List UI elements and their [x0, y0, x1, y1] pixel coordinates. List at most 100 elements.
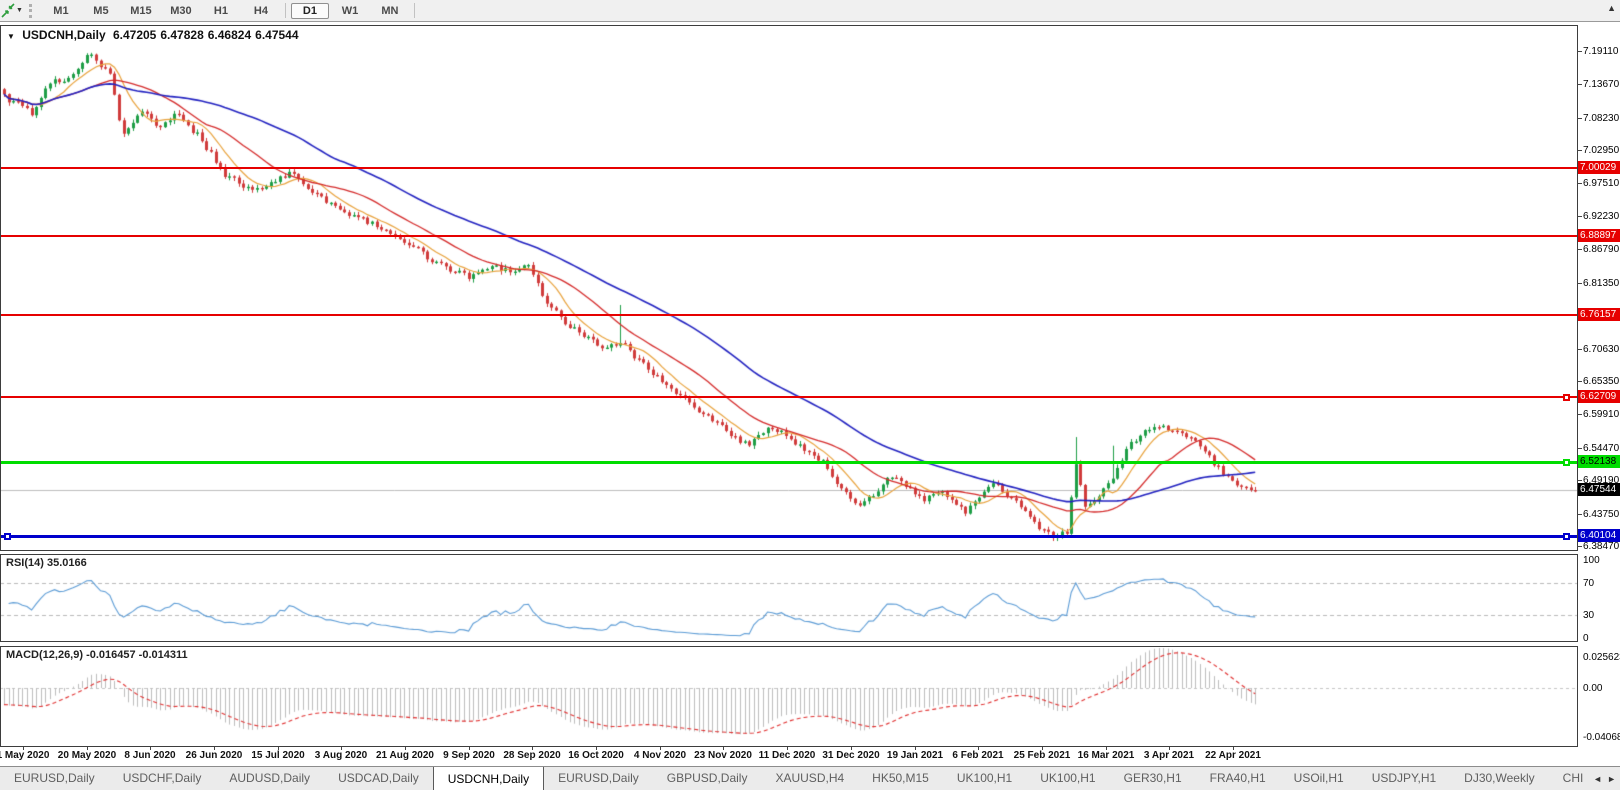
symbol-tab-usdcad-daily[interactable]: USDCAD,Daily	[324, 767, 433, 790]
price-tick-label: 6.54470	[1583, 443, 1620, 454]
timeframe-button-w1[interactable]: W1	[331, 3, 369, 19]
timeframe-button-m15[interactable]: M15	[122, 3, 160, 19]
date-tick-label: 9 Sep 2020	[443, 750, 495, 761]
ohlc-low: 6.46824	[207, 28, 252, 42]
horizontal-line-6.88897[interactable]	[0, 235, 1577, 237]
symbol-tab-bar: EURUSD,Daily USDCHF,Daily AUDUSD,Daily USDC…	[0, 766, 1620, 790]
rsi-label: RSI(14) 35.0166	[6, 557, 87, 569]
date-tick-label: 11 Dec 2020	[758, 750, 816, 761]
price-tick-label: 6.92230	[1583, 211, 1620, 222]
price-tick-mark	[1577, 414, 1582, 415]
timeframe-toolbar: ▼ M1 M5 M15 M30 H1 H4 D1 W1 MN ▲	[0, 0, 1620, 22]
chart-collapse-icon[interactable]: ▼	[7, 32, 15, 41]
ohlc-open: 6.47205	[112, 28, 157, 42]
chart-title: ▼ USDCNH,Daily 6.47205 6.47828 6.46824 6.47…	[7, 28, 303, 42]
price-tick-mark	[1577, 150, 1582, 151]
price-tick-label: 7.19110	[1583, 46, 1619, 57]
toolbar-separator	[413, 3, 415, 18]
ohlc-high: 6.47828	[160, 28, 204, 42]
date-tick-label: 25 Feb 2021	[1013, 750, 1071, 761]
symbol-tab-hk50-m15[interactable]: HK50,M15	[858, 767, 943, 790]
price-tick-label: 7.13670	[1583, 79, 1620, 90]
date-tick-label: 15 Jul 2020	[251, 750, 305, 761]
rsi-tick-label: 30	[1583, 610, 1595, 621]
date-tick-label: 6 Feb 2021	[952, 750, 1004, 761]
toolbar-scroll-up-icon[interactable]: ▲	[1607, 3, 1616, 13]
tabs-scroll-right-icon[interactable]: ►	[1607, 767, 1616, 790]
horizontal-line-7.00029[interactable]	[0, 167, 1577, 169]
price-tick-mark	[1577, 216, 1582, 217]
toolbar-separator	[284, 3, 286, 18]
horizontal-line-6.76157[interactable]	[0, 314, 1577, 316]
rsi-tick-label: 100	[1583, 555, 1600, 566]
symbol-tab-xauusd-h4[interactable]: XAUUSD,H4	[761, 767, 858, 790]
rsi-tick-label: 70	[1583, 578, 1595, 589]
price-tick-label: 6.70630	[1583, 344, 1620, 355]
symbol-tab-fra40-h1[interactable]: FRA40,H1	[1196, 767, 1280, 790]
symbol-tab-usdchf-daily[interactable]: USDCHF,Daily	[109, 767, 216, 790]
line-handle-right-6.62709[interactable]	[1563, 394, 1570, 401]
macd-tick-label: -0.040687	[1583, 732, 1620, 743]
price-tick-mark	[1577, 381, 1582, 382]
toolbar-drag-grip[interactable]	[28, 3, 35, 18]
price-tick-label: 6.81350	[1583, 278, 1620, 289]
horizontal-line-6.62709[interactable]	[0, 396, 1577, 398]
price-tick-mark	[1577, 349, 1582, 350]
date-tick-label: 16 Oct 2020	[568, 750, 624, 761]
symbol-tab-usdjpy-h1[interactable]: USDJPY,H1	[1358, 767, 1450, 790]
symbol-tab-usdcnh-daily[interactable]: USDCNH,Daily	[432, 767, 545, 790]
symbol-tab-uk100-h1[interactable]: UK100,H1	[943, 767, 1026, 790]
chart-symbol-label: USDCNH,Daily	[22, 28, 106, 42]
symbol-tab-ger30-h1[interactable]: GER30,H1	[1110, 767, 1196, 790]
date-tick-label: 3 Aug 2020	[314, 750, 368, 761]
line-handle-right-6.52138[interactable]	[1563, 459, 1570, 466]
price-tick-label: 7.08230	[1583, 113, 1620, 124]
price-tick-mark	[1577, 480, 1582, 481]
price-tick-label: 6.59910	[1583, 409, 1620, 420]
symbol-tab-usoil-h1[interactable]: USOil,H1	[1280, 767, 1358, 790]
symbol-tab-uk100-h1[interactable]: UK100,H1	[1026, 767, 1109, 790]
price-tick-mark	[1577, 118, 1582, 119]
price-tick-label: 6.43750	[1583, 509, 1620, 520]
mt4-window: ▼ M1 M5 M15 M30 H1 H4 D1 W1 MN ▲ ▼ USDCNH,Daily …	[0, 0, 1620, 790]
price-tag-7.00029: 7.00029	[1578, 161, 1620, 174]
macd-tick-label: 0.025623	[1583, 652, 1620, 663]
price-tick-mark	[1577, 183, 1582, 184]
symbol-tab-china300-h1[interactable]: CHINA300,H1	[1549, 767, 1584, 790]
price-tick-mark	[1577, 84, 1582, 85]
line-handle-left-6.40104[interactable]	[4, 533, 11, 540]
tool-dropdown-caret-icon[interactable]: ▼	[16, 7, 23, 14]
macd-label: MACD(12,26,9) -0.016457 -0.014311	[6, 649, 188, 661]
timeframe-button-mn[interactable]: MN	[371, 3, 409, 19]
timeframe-button-m5[interactable]: M5	[82, 3, 120, 19]
date-tick-label: 31 Dec 2020	[822, 750, 880, 761]
macd-tick-label: 0.00	[1583, 683, 1603, 694]
macd-indicator-canvas[interactable]	[0, 646, 1577, 746]
price-tag-6.40104: 6.40104	[1578, 529, 1620, 542]
horizontal-line-6.52138[interactable]	[0, 461, 1577, 464]
timeframe-button-h4[interactable]: H4	[242, 3, 280, 19]
price-tag-6.76157: 6.76157	[1578, 308, 1620, 321]
main-chart-canvas[interactable]	[0, 25, 1577, 550]
line-handle-right-6.40104[interactable]	[1563, 533, 1570, 540]
price-tick-mark	[1577, 51, 1582, 52]
timeframe-button-m30[interactable]: M30	[162, 3, 200, 19]
symbol-tab-audusd-daily[interactable]: AUDUSD,Daily	[215, 767, 324, 790]
symbol-tab-dj30-weekly[interactable]: DJ30,Weekly	[1450, 767, 1548, 790]
horizontal-line-6.40104[interactable]	[0, 535, 1577, 538]
symbol-tab-gbpusd-daily[interactable]: GBPUSD,Daily	[653, 767, 762, 790]
rsi-tick-label: 0	[1583, 633, 1589, 644]
price-tag-6.52138: 6.52138	[1578, 455, 1620, 468]
tabs-scroll-left-icon[interactable]: ◄	[1593, 767, 1602, 790]
timeframe-button-d1[interactable]: D1	[290, 2, 329, 19]
current-price-tag: 6.47544	[1578, 483, 1620, 496]
price-tick-label: 6.38470	[1583, 541, 1620, 552]
symbol-tab-eurusd-daily[interactable]: EURUSD,Daily	[544, 767, 653, 790]
price-tick-mark	[1577, 283, 1582, 284]
symbol-tab-eurusd-daily[interactable]: EURUSD,Daily	[0, 767, 109, 790]
timeframe-button-m1[interactable]: M1	[42, 3, 80, 19]
timeframe-button-h1[interactable]: H1	[202, 3, 240, 19]
crosshair-cursor-icon[interactable]	[1, 3, 15, 18]
date-tick-label: 1 May 2020	[0, 750, 50, 761]
rsi-indicator-canvas[interactable]	[0, 554, 1577, 641]
